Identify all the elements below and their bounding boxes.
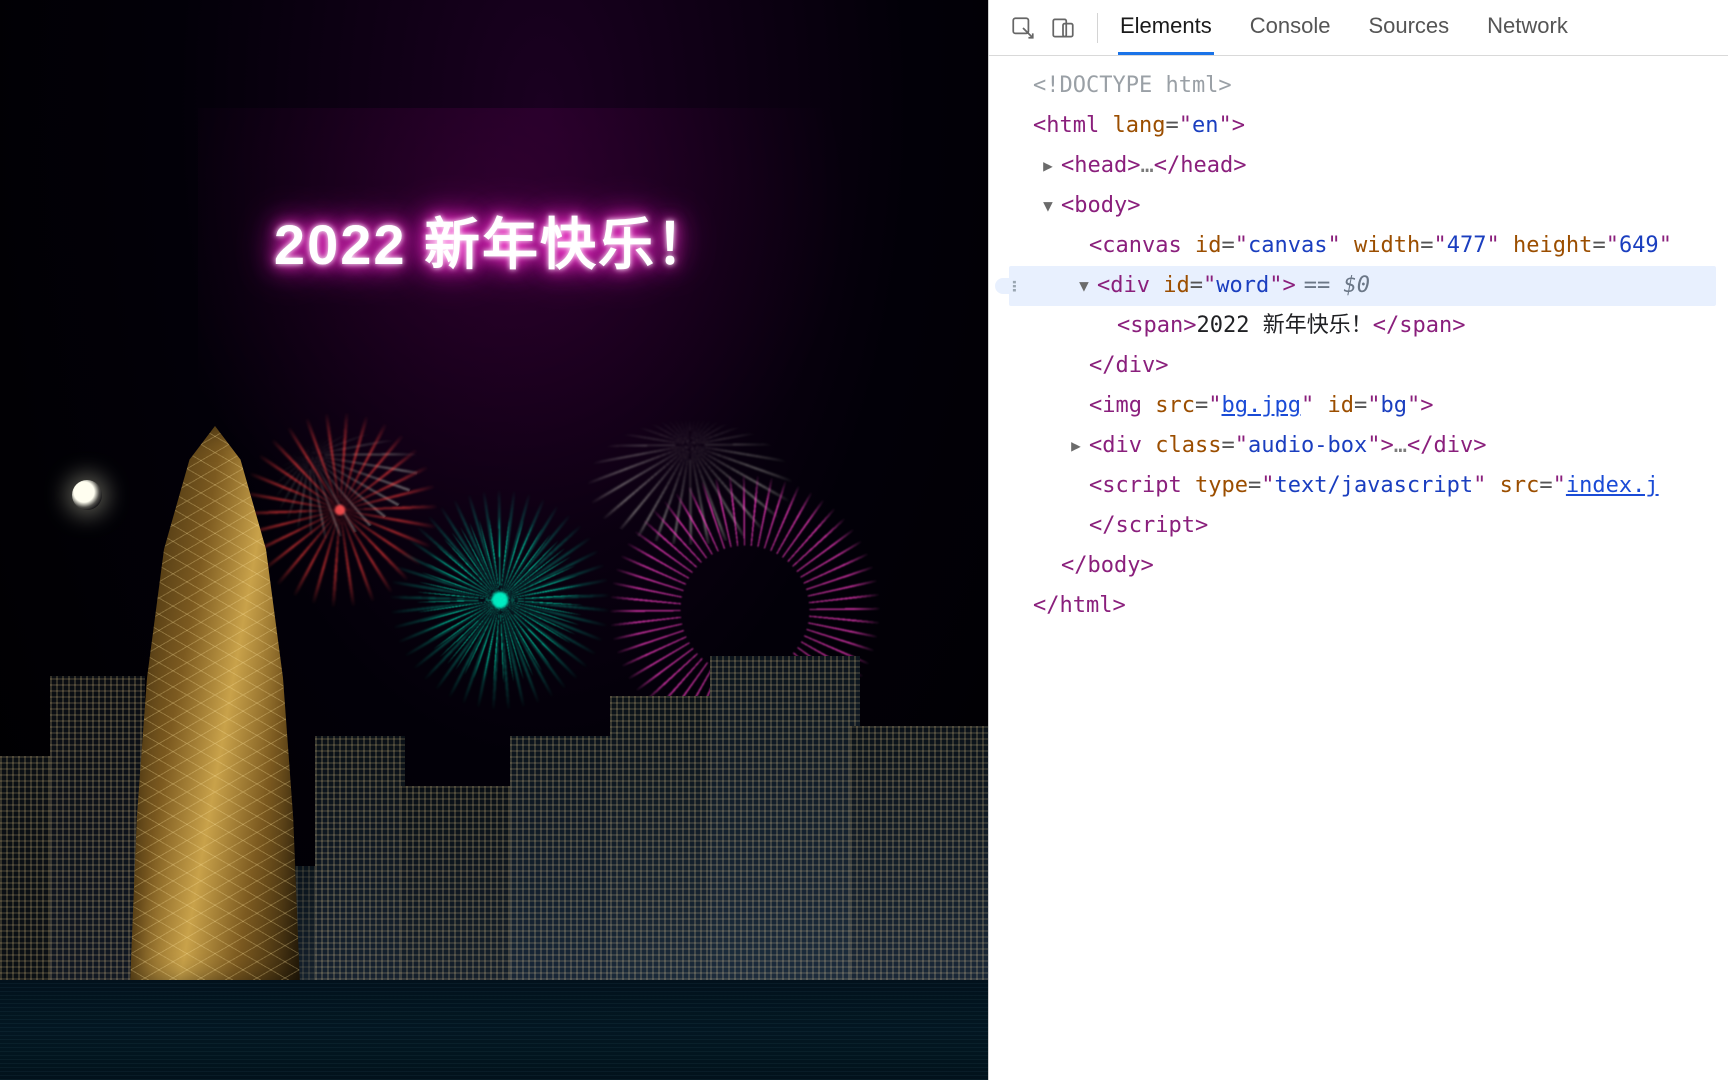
city-skyline <box>0 516 988 986</box>
building <box>400 786 520 986</box>
tab-console[interactable]: Console <box>1248 0 1333 55</box>
dom-doctype[interactable]: ▶<!DOCTYPE html> <box>1009 66 1716 106</box>
devtools-panel: Elements Console Sources Network ▶<!DOCT… <box>988 0 1728 1080</box>
page-viewport[interactable]: 2022 新年快乐！ <box>0 0 988 1080</box>
devtools-toolbar: Elements Console Sources Network <box>989 0 1728 56</box>
dom-word-div[interactable]: ▼<div id="word"> == $0 <box>1009 266 1716 306</box>
expand-toggle-icon[interactable]: ▶ <box>1037 146 1059 186</box>
dom-audio-box[interactable]: ▶<div class="audio-box">…</div> <box>1009 426 1716 466</box>
dom-word-span[interactable]: ▶<span>2022 新年快乐！ </span> <box>1009 306 1716 346</box>
dom-img[interactable]: ▶<img src="bg.jpg" id="bg"> <box>1009 386 1716 426</box>
moon-light <box>72 480 102 510</box>
greeting-text: 2022 新年快乐！ <box>0 200 988 281</box>
dom-head[interactable]: ▶<head>…</head> <box>1009 146 1716 186</box>
dom-script[interactable]: ▶<script type="text/javascript" src="ind… <box>1009 466 1716 506</box>
device-toolbar-icon[interactable] <box>1043 8 1083 48</box>
dom-script-close[interactable]: ▶</script> <box>1009 506 1716 546</box>
toolbar-separator <box>1097 13 1098 43</box>
firework-white-top <box>560 345 820 545</box>
building <box>50 676 145 986</box>
app-root: 2022 新年快乐！ Elements <box>0 0 1728 1080</box>
dom-html-open[interactable]: ▶<html lang="en"> <box>1009 106 1716 146</box>
inspect-element-icon[interactable] <box>1003 8 1043 48</box>
building <box>315 736 405 986</box>
tower-building <box>130 426 300 986</box>
expand-toggle-icon[interactable]: ▶ <box>1065 426 1087 466</box>
dom-body-open[interactable]: ▼<body> <box>1009 186 1716 226</box>
tab-elements[interactable]: Elements <box>1118 0 1214 55</box>
tab-network[interactable]: Network <box>1485 0 1570 55</box>
dom-html-close[interactable]: ▶</html> <box>1009 586 1716 626</box>
building <box>510 736 620 986</box>
collapse-toggle-icon[interactable]: ▼ <box>1073 266 1095 306</box>
collapse-toggle-icon[interactable]: ▼ <box>1037 186 1059 226</box>
building <box>850 726 988 986</box>
devtools-tabs: Elements Console Sources Network <box>1118 0 1570 55</box>
selected-node-marker: == $0 <box>1304 266 1370 306</box>
tab-sources[interactable]: Sources <box>1366 0 1451 55</box>
waterline <box>0 980 988 1080</box>
building <box>610 696 720 986</box>
dom-word-div-close[interactable]: ▶</div> <box>1009 346 1716 386</box>
elements-tree[interactable]: ▶<!DOCTYPE html> ▶<html lang="en"> ▶<hea… <box>989 56 1728 1080</box>
dom-body-close[interactable]: ▶</body> <box>1009 546 1716 586</box>
dom-canvas[interactable]: ▶<canvas id="canvas" width="477" height=… <box>1009 226 1716 266</box>
building <box>710 656 860 986</box>
